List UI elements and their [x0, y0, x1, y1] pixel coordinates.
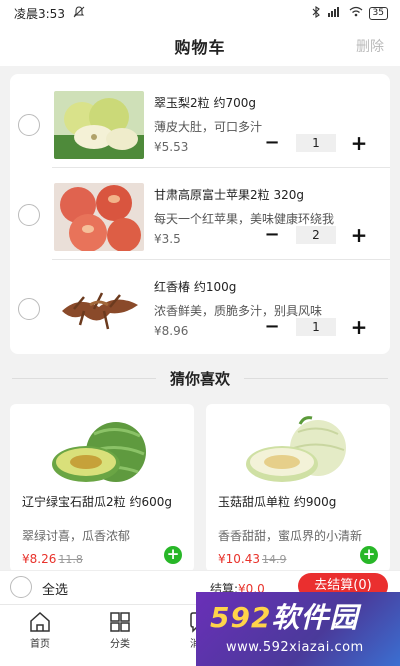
increase-button[interactable]: +	[350, 133, 368, 153]
add-to-cart-button[interactable]: +	[360, 546, 378, 564]
watermark-logo: 592软件园 www.592xiazai.com	[196, 592, 400, 666]
mute-icon	[73, 5, 85, 21]
select-all-label[interactable]: 全选	[42, 579, 68, 598]
clock: 凌晨3:53	[14, 6, 65, 21]
select-all-radio[interactable]	[10, 576, 32, 598]
watermark-url: www.592xiazai.com	[226, 640, 364, 655]
bluetooth-icon	[312, 5, 321, 21]
home-icon	[28, 611, 52, 633]
delete-button[interactable]: 删除	[356, 36, 384, 56]
item-select-radio[interactable]	[18, 204, 40, 226]
recommendation-card[interactable]: 辽宁绿宝石甜瓜2粒 约600g 翠绿讨喜，瓜香浓郁 ¥8.26 11.8 +	[10, 404, 194, 572]
original-price: 11.8	[58, 553, 83, 566]
item-name: 甘肃高原富士苹果2粒 320g	[154, 188, 304, 202]
recommendation-title: 猜你喜欢	[155, 367, 244, 389]
item-price: ¥5.53	[154, 140, 189, 154]
cart-list: 翠玉梨2粒 约700g 薄皮大肚，可口多汁 ¥5.53 − 1 + 甘肃高原富士…	[10, 74, 390, 354]
item-desc: 浓香鲜美，质脆多汁，别具风味	[154, 304, 323, 318]
cart-item: 甘肃高原富士苹果2粒 320g 每天一个红苹果，美味健康环绕我 ¥3.5 − 2…	[10, 170, 390, 260]
item-desc: 薄皮大肚，可口多汁	[154, 120, 263, 134]
item-desc: 每天一个红苹果，美味健康环绕我	[154, 212, 335, 226]
recommendation-card[interactable]: 玉菇甜瓜单粒 约900g 香香甜甜，蜜瓜界的小清新 ¥10.43 14.9 +	[206, 404, 390, 572]
cart-item: 红香椿 约100g 浓香鲜美，质脆多汁，别具风味 ¥8.96 − 1 +	[10, 262, 390, 352]
toona-sprouts-image	[54, 275, 144, 343]
recommendation-name: 辽宁绿宝石甜瓜2粒 约600g	[22, 495, 172, 509]
quantity-value[interactable]: 1	[296, 318, 336, 336]
decrease-button[interactable]: −	[264, 226, 280, 244]
increase-button[interactable]: +	[350, 317, 368, 337]
cart-item: 翠玉梨2粒 约700g 薄皮大肚，可口多汁 ¥5.53 − 1 +	[10, 78, 390, 168]
category-icon	[108, 611, 132, 633]
battery-indicator: 35	[368, 6, 388, 20]
page-title: 购物车	[174, 38, 226, 57]
wifi-icon	[349, 6, 363, 20]
recommendation-header: 猜你喜欢	[0, 364, 400, 392]
item-name: 红香椿 约100g	[154, 280, 237, 294]
add-to-cart-button[interactable]: +	[164, 546, 182, 564]
item-select-radio[interactable]	[18, 298, 40, 320]
recommendation-price: ¥8.26 11.8	[22, 552, 83, 566]
apple-image	[54, 183, 144, 251]
increase-button[interactable]: +	[350, 225, 368, 245]
recommendation-name: 玉菇甜瓜单粒 约900g	[218, 495, 337, 509]
recommendation-desc: 香香甜甜，蜜瓜界的小清新	[218, 529, 363, 543]
recommendation-price: ¥10.43 14.9	[218, 552, 287, 566]
divider	[52, 259, 390, 260]
divider	[52, 167, 390, 168]
decrease-button[interactable]: −	[264, 318, 280, 336]
item-name: 翠玉梨2粒 约700g	[154, 96, 256, 110]
item-price: ¥3.5	[154, 232, 181, 246]
tab-category[interactable]: 分类	[90, 611, 150, 650]
melon-image	[226, 412, 370, 492]
melon-image	[30, 412, 174, 492]
nav-bar: 购物车 删除	[0, 26, 400, 66]
original-price: 14.9	[262, 553, 287, 566]
quantity-value[interactable]: 2	[296, 226, 336, 244]
signal-icon	[327, 6, 343, 20]
quantity-value[interactable]: 1	[296, 134, 336, 152]
decrease-button[interactable]: −	[264, 134, 280, 152]
status-bar: 凌晨3:53 35	[0, 0, 400, 26]
item-price: ¥8.96	[154, 324, 189, 338]
pear-image	[54, 91, 144, 159]
recommendation-desc: 翠绿讨喜，瓜香浓郁	[22, 529, 131, 543]
tab-home[interactable]: 首页	[10, 611, 70, 650]
item-select-radio[interactable]	[18, 114, 40, 136]
